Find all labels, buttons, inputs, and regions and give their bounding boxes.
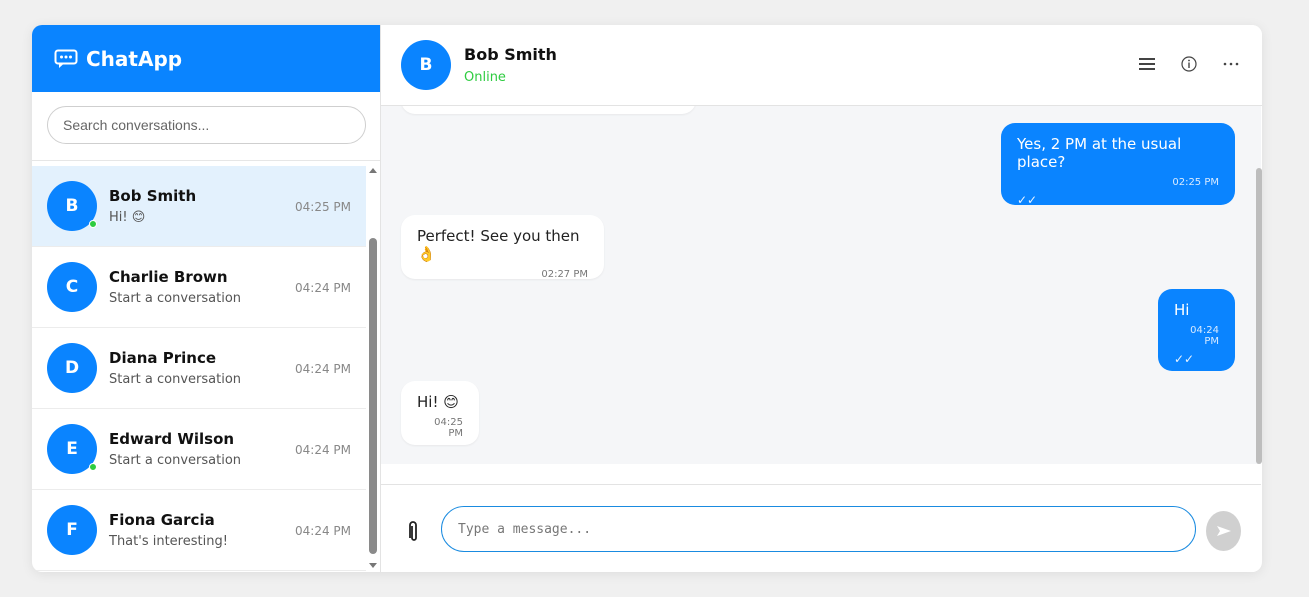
scrollbar-thumb[interactable] (369, 238, 377, 554)
avatar-initial: C (65, 277, 79, 297)
conversation-item-charlie-brown[interactable]: C Charlie Brown Start a conversation 04:… (32, 247, 366, 328)
info-button[interactable] (1180, 55, 1198, 73)
attach-button[interactable] (409, 521, 423, 543)
more-icon (1223, 62, 1239, 66)
contact-name: Bob Smith (464, 45, 557, 64)
online-status-dot (89, 220, 97, 228)
conversation-time: 04:24 PM (295, 443, 351, 457)
send-icon (1216, 526, 1231, 536)
search-bar (32, 92, 380, 161)
avatar-initial: F (66, 520, 78, 540)
conversation-item-edward-wilson[interactable]: E Edward Wilson Start a conversation 04:… (32, 409, 366, 490)
avatar: C (47, 262, 97, 312)
paperclip-icon (409, 521, 417, 541)
message-input[interactable] (441, 506, 1196, 552)
message-time: 04:24 PM (1190, 325, 1219, 347)
avatar-initial: B (419, 55, 433, 75)
app-title: ChatApp (86, 46, 183, 71)
message-bubble-partial (401, 106, 696, 114)
conversation-time: 04:24 PM (295, 524, 351, 538)
message-composer (381, 484, 1261, 572)
chat-app-window: ChatApp B Bob Smith Hi! 😊 04:25 PM C (32, 25, 1262, 572)
avatar: E (47, 424, 97, 474)
conversation-item-diana-prince[interactable]: D Diana Prince Start a conversation 04:2… (32, 328, 366, 409)
menu-button[interactable] (1138, 55, 1156, 73)
contact-status: Online (464, 70, 506, 85)
scrollbar-thumb[interactable] (1256, 168, 1262, 464)
conversation-list: B Bob Smith Hi! 😊 04:25 PM C Charlie Bro… (32, 166, 366, 572)
message-bubble-outgoing: Hi 04:24 PM ✓✓ (1158, 289, 1235, 371)
avatar: D (47, 343, 97, 393)
conversation-item-fiona-garcia[interactable]: F Fiona Garcia That's interesting! 04:24… (32, 490, 366, 571)
message-time: 04:25 PM (434, 417, 463, 439)
read-receipt-icon: ✓✓ (1017, 193, 1038, 207)
conversation-list-scrollbar[interactable] (367, 166, 379, 572)
online-status-dot (89, 463, 97, 471)
message-text: Hi (1174, 301, 1190, 319)
more-options-button[interactable] (1222, 55, 1240, 73)
message-text: Hi! 😊 (417, 393, 459, 411)
message-bubble-incoming: Perfect! See you then 👌 02:27 PM (401, 215, 604, 280)
chat-panel: B Bob Smith Online Yes, 2 PM at the usua… (381, 25, 1262, 572)
message-time: 02:27 PM (541, 269, 588, 280)
scroll-up-arrow-icon[interactable] (369, 168, 377, 173)
conversation-time: 04:24 PM (295, 362, 351, 376)
conversation-time: 04:25 PM (295, 200, 351, 214)
info-icon (1181, 56, 1197, 72)
scroll-down-arrow-icon[interactable] (369, 563, 377, 568)
message-time: 02:25 PM (1172, 177, 1219, 188)
message-bubble-incoming: Hi! 😊 04:25 PM (401, 381, 479, 445)
menu-icon (1139, 58, 1155, 70)
chat-header: B Bob Smith Online (381, 25, 1262, 106)
conversation-item-bob-smith[interactable]: B Bob Smith Hi! 😊 04:25 PM (32, 166, 366, 247)
brand-header: ChatApp (32, 25, 380, 92)
contact-avatar: B (401, 40, 451, 90)
avatar-initial: B (65, 196, 79, 216)
send-button[interactable] (1206, 511, 1241, 551)
message-area-scrollbar[interactable] (1256, 106, 1262, 464)
avatar-initial: E (66, 439, 78, 459)
avatar: F (47, 505, 97, 555)
read-receipt-icon: ✓✓ (1174, 352, 1195, 366)
message-text: Yes, 2 PM at the usual place? (1017, 135, 1182, 171)
message-area: Yes, 2 PM at the usual place? 02:25 PM ✓… (381, 106, 1261, 464)
chat-bubble-icon (54, 49, 78, 68)
message-text: Perfect! See you then 👌 (417, 227, 580, 263)
avatar-initial: D (64, 358, 80, 378)
avatar: B (47, 181, 97, 231)
conversation-time: 04:24 PM (295, 281, 351, 295)
sidebar: ChatApp B Bob Smith Hi! 😊 04:25 PM C (32, 25, 381, 572)
message-bubble-outgoing: Yes, 2 PM at the usual place? 02:25 PM ✓… (1001, 123, 1235, 207)
search-input[interactable] (47, 106, 366, 144)
